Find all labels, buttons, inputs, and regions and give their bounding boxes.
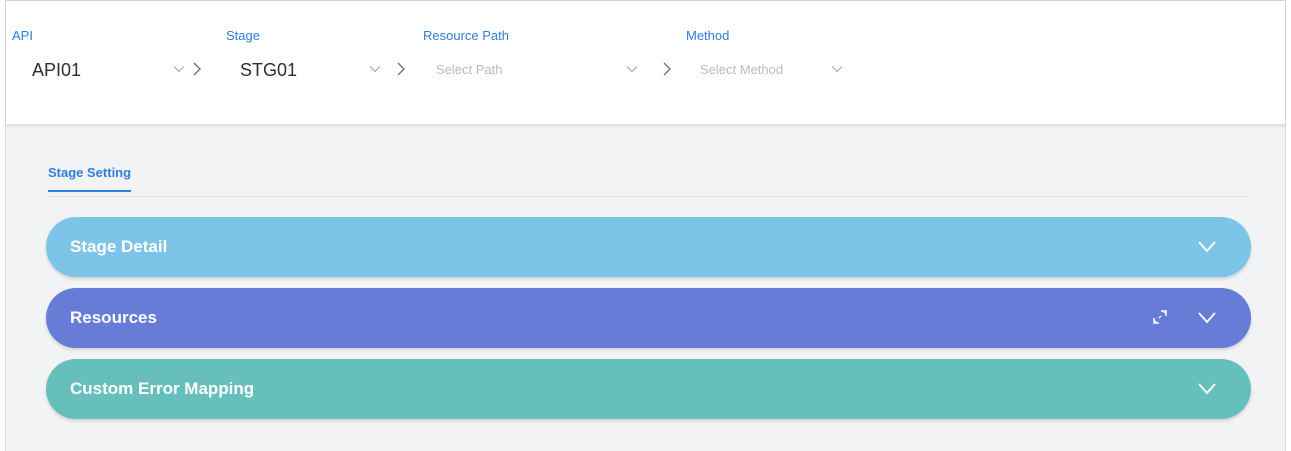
panel-stage-detail-title: Stage Detail: [70, 237, 168, 256]
chevron-down-icon[interactable]: [173, 63, 185, 75]
stage-label: Stage: [226, 28, 260, 43]
chevron-down-icon[interactable]: [626, 63, 638, 75]
selector-bar: API API01 Stage STG01 Resource Path Sele…: [6, 1, 1285, 125]
api-value: API01: [32, 60, 82, 80]
page-frame: API API01 Stage STG01 Resource Path Sele…: [5, 0, 1286, 451]
api-selector[interactable]: API API01: [12, 1, 192, 125]
chevron-down-icon[interactable]: [369, 63, 381, 75]
chevron-right-icon: [193, 62, 201, 76]
panel-resources-title: Resources: [70, 308, 157, 327]
chevron-right-icon: [397, 62, 405, 76]
resource-path-selector[interactable]: Resource Path Select Path: [423, 1, 648, 125]
chevron-down-icon[interactable]: [1197, 239, 1217, 255]
method-selector[interactable]: Method Select Method: [686, 1, 846, 125]
chevron-right-icon: [663, 62, 671, 76]
resource-path-label: Resource Path: [423, 28, 509, 43]
method-label: Method: [686, 28, 730, 43]
chevron-down-icon[interactable]: [1197, 310, 1217, 326]
stage-value: STG01: [240, 60, 298, 80]
tab-stage-setting[interactable]: Stage Setting: [48, 165, 132, 192]
resource-path-placeholder: Select Path: [436, 62, 503, 77]
panel-resources[interactable]: Resources: [46, 288, 1251, 348]
stage-selector[interactable]: Stage STG01: [226, 1, 391, 125]
panel-stage-detail[interactable]: Stage Detail: [46, 217, 1251, 277]
chevron-down-icon[interactable]: [1197, 381, 1217, 397]
panel-custom-error-mapping-title: Custom Error Mapping: [70, 379, 255, 398]
api-label: API: [12, 28, 33, 43]
tab-divider: [46, 196, 1251, 197]
chevron-down-icon[interactable]: [831, 63, 843, 75]
panel-custom-error-mapping[interactable]: Custom Error Mapping: [46, 359, 1251, 419]
method-placeholder: Select Method: [700, 62, 784, 77]
expand-icon[interactable]: [1151, 308, 1169, 326]
